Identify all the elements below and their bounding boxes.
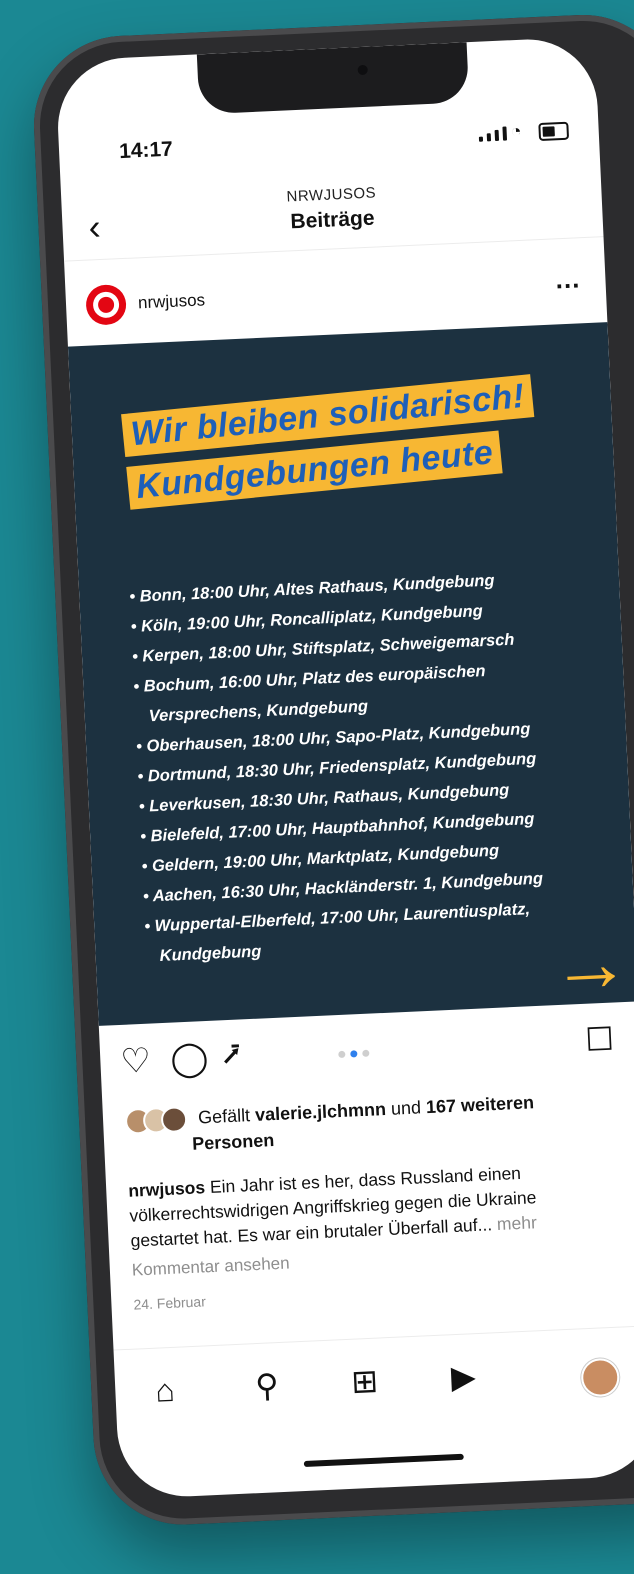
signal-icon: [478, 124, 508, 142]
more-horizontal-icon[interactable]: …: [554, 263, 582, 295]
bookmark-icon[interactable]: ☐: [584, 1021, 614, 1058]
liker-avatars: [124, 1106, 188, 1136]
arrow-right-icon: →: [548, 916, 633, 1010]
caption-username[interactable]: nrwjusos: [128, 1177, 206, 1200]
phone-screen: 14:17 ◔ ‹ NRWJUSOS Beiträge nrwjusos … W…: [54, 36, 634, 1500]
avatar[interactable]: [85, 283, 127, 326]
reels-icon[interactable]: ▶: [450, 1358, 476, 1395]
event-list: Bonn, 18:00 Uhr, Altes Rathaus, Kundgebu…: [129, 561, 606, 971]
home-indicator: [303, 1453, 464, 1468]
status-time: 14:17: [118, 137, 174, 164]
phone-frame: 14:17 ◔ ‹ NRWJUSOS Beiträge nrwjusos … W…: [30, 10, 634, 1529]
post-actions: ♡ ◯ ⭷ ☐: [99, 1015, 634, 1099]
likes-suffix: Personen: [191, 1130, 275, 1155]
post-headline: Wir bleiben solidarisch! Kundgebungen he…: [121, 374, 541, 520]
send-icon[interactable]: ⭷: [222, 1039, 242, 1073]
likes-middle: und: [390, 1097, 422, 1119]
view-comments-link[interactable]: Kommentar ansehen: [131, 1253, 290, 1280]
battery-icon: [538, 121, 570, 142]
nav-header: ‹ NRWJUSOS Beiträge: [60, 156, 604, 262]
wifi-icon: ◔: [510, 120, 522, 142]
post-caption: nrwjusos Ein Jahr ist es her, dass Russl…: [128, 1157, 611, 1254]
post-username[interactable]: nrwjusos: [138, 290, 206, 313]
carousel-dot: [338, 1050, 346, 1059]
search-icon[interactable]: ⚲: [254, 1367, 279, 1404]
carousel-indicator: [338, 1049, 370, 1059]
likes-count: 167 weiteren: [425, 1092, 535, 1118]
caption-more-link[interactable]: mehr: [496, 1212, 537, 1234]
add-post-icon[interactable]: ⊞: [350, 1363, 378, 1400]
carousel-dot-active: [350, 1050, 358, 1058]
notch: [196, 42, 470, 115]
likes-line[interactable]: Gefällt valerie.jlchmnn und 167 weiteren…: [124, 1087, 597, 1159]
caption-text: Ein Jahr ist es her, dass Russland einen…: [128, 1162, 537, 1251]
profile-avatar[interactable]: [580, 1357, 621, 1398]
carousel-dot: [362, 1049, 370, 1057]
post-image[interactable]: Wir bleiben solidarisch! Kundgebungen he…: [67, 322, 634, 1026]
home-icon[interactable]: ⌂: [155, 1372, 176, 1409]
liker-username[interactable]: valerie.jlchmnn: [255, 1099, 387, 1125]
comment-icon[interactable]: ◯: [170, 1039, 210, 1079]
bottom-tab-bar: ⌂ ⚲ ⊞ ▶: [113, 1325, 634, 1441]
heart-icon[interactable]: ♡: [120, 1042, 152, 1081]
camera: [357, 64, 368, 76]
post-date: 24. Februar: [133, 1293, 207, 1313]
avatar: [160, 1106, 188, 1134]
likes-prefix: Gefällt: [197, 1105, 251, 1128]
